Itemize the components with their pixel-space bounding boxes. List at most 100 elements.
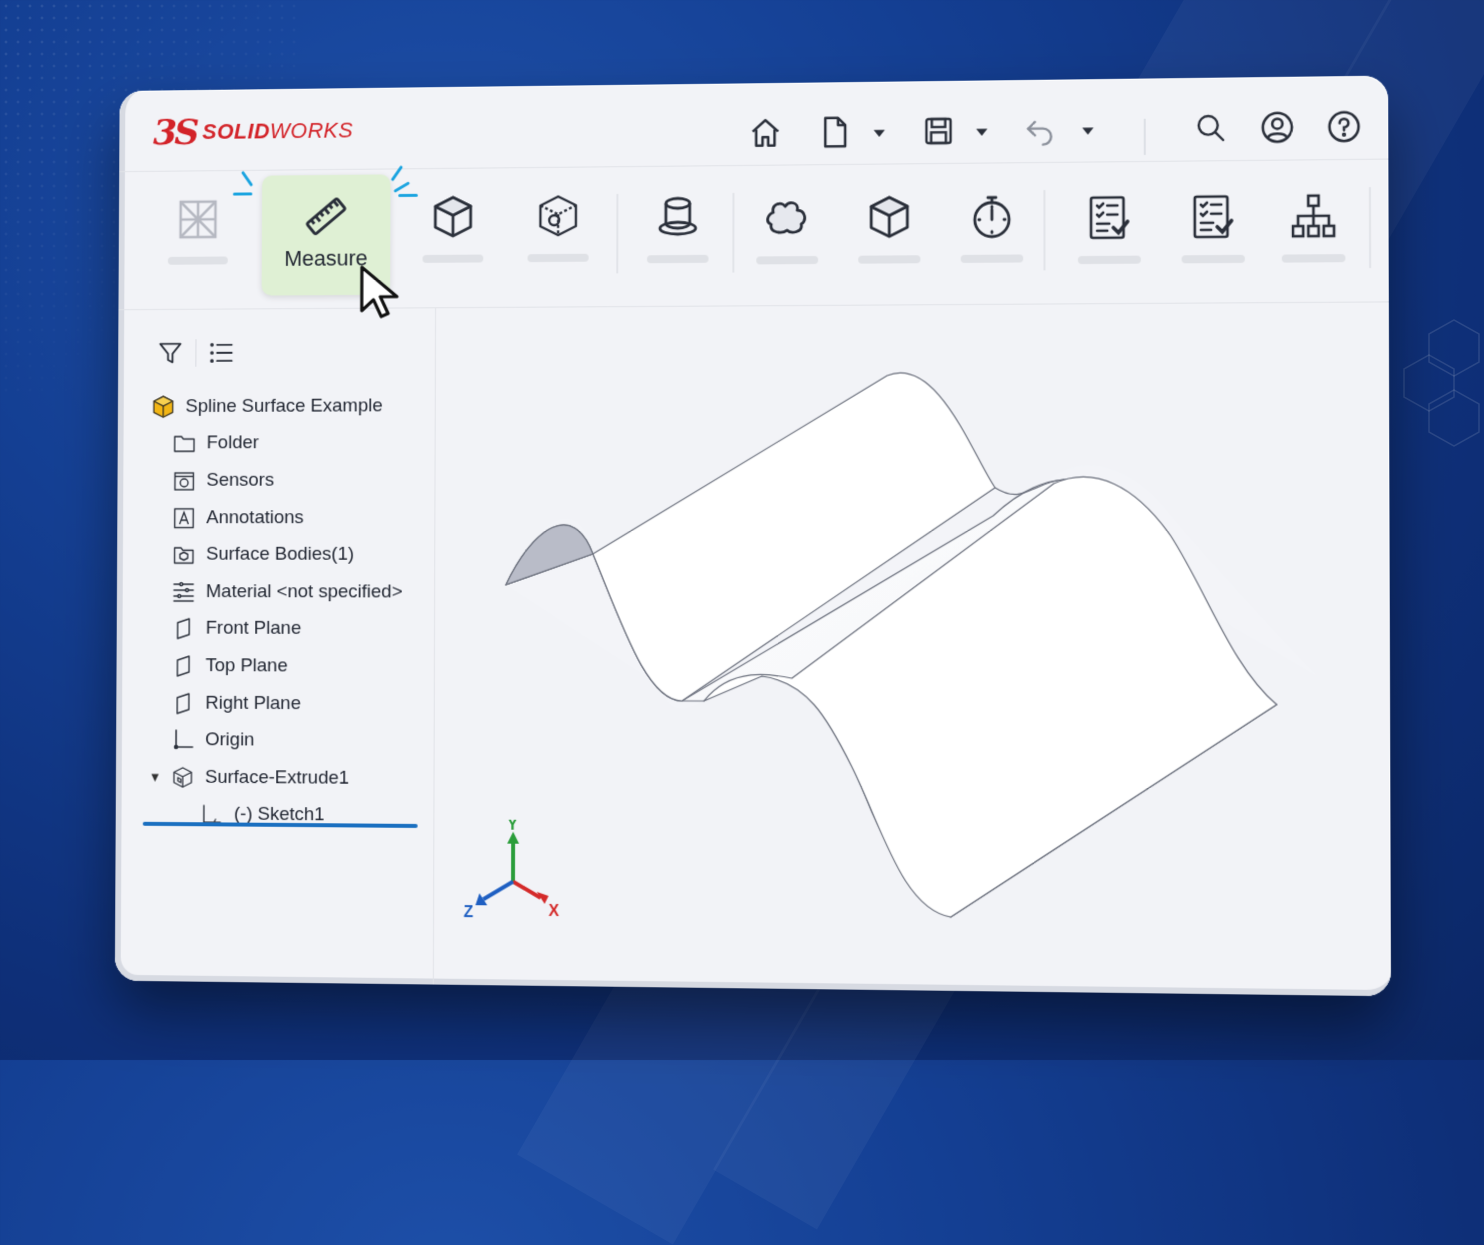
tree-toolbar <box>157 339 235 367</box>
checklist-tool[interactable] <box>1073 193 1146 294</box>
tree-item-annotations[interactable]: Annotations <box>150 499 432 536</box>
cylinder-icon <box>654 193 702 241</box>
tree-item-top-plane[interactable]: Top Plane <box>149 647 432 685</box>
tree-item-label: Front Plane <box>206 618 302 640</box>
tool-label-placeholder <box>1078 256 1141 265</box>
new-document-icon[interactable] <box>815 112 855 152</box>
wireframe-tool[interactable] <box>523 192 594 292</box>
undo-icon[interactable] <box>1020 110 1060 151</box>
toolbar-divider <box>195 339 196 367</box>
background-hex-pattern <box>1394 300 1484 560</box>
header-divider <box>1144 119 1146 155</box>
tree-item-sensors[interactable]: Sensors <box>150 462 432 500</box>
search-icon[interactable] <box>1191 108 1232 149</box>
cylinder-tool[interactable] <box>642 193 714 293</box>
cloud-surface-icon <box>763 194 811 242</box>
highlight-spark <box>233 192 252 195</box>
solidworks-logo[interactable]: 3S SOLIDWORKS <box>153 110 353 153</box>
ribbon-divider <box>1043 190 1045 270</box>
sketch-tool[interactable] <box>163 196 233 295</box>
tree-item-front-plane[interactable]: Front Plane <box>149 610 432 648</box>
tree-item-surface-extrude[interactable]: ▼ Surface-Extrude1 <box>149 759 432 798</box>
tree-item-label: Sensors <box>206 470 274 492</box>
tree-item-label: Folder <box>207 433 259 455</box>
tool-label-placeholder <box>756 256 818 264</box>
box-tool[interactable] <box>853 193 925 294</box>
origin-icon <box>170 727 195 753</box>
title-bar: 3S SOLIDWORKS <box>119 76 1388 173</box>
cube-icon <box>429 193 476 241</box>
tree-item-label: Material <not specified> <box>206 581 403 603</box>
tree-item-folder[interactable]: Folder <box>150 425 432 463</box>
feature-manager-tree: Spline Surface Example Folder Sensors An… <box>115 308 436 993</box>
graphics-viewport[interactable]: Y X Z <box>434 302 1391 996</box>
tree-list: Spline Surface Example Folder Sensors An… <box>149 387 433 835</box>
tree-item-origin[interactable]: Origin <box>149 722 432 761</box>
highlight-spark <box>398 194 418 197</box>
axis-triad[interactable]: Y X Z <box>462 819 571 925</box>
folder-icon <box>172 431 197 457</box>
user-account-icon[interactable] <box>1257 107 1298 148</box>
measure-label: Measure <box>284 246 367 272</box>
x-axis-label: X <box>549 903 560 920</box>
tree-item-surface-bodies[interactable]: Surface Bodies(1) <box>150 536 433 573</box>
tree-item-sketch1[interactable]: (-) Sketch1 <box>149 796 432 835</box>
checklist-icon <box>1085 193 1134 242</box>
tree-item-label: Top Plane <box>205 655 287 677</box>
logo-text: SOLIDWORKS <box>202 118 353 145</box>
solid-cube-tool[interactable] <box>418 193 489 292</box>
ribbon-divider <box>732 193 734 273</box>
ribbon-divider <box>616 194 618 273</box>
filter-icon[interactable] <box>157 339 184 367</box>
y-axis-label: Y <box>507 819 518 833</box>
box-icon <box>865 193 913 241</box>
material-icon <box>171 579 196 605</box>
save-icon[interactable] <box>918 111 958 151</box>
annotation-icon <box>171 505 196 531</box>
list-view-icon[interactable] <box>208 339 235 367</box>
tree-item-label: Annotations <box>206 507 304 529</box>
ds-logo-mark: 3S <box>153 112 197 154</box>
tool-label-placeholder <box>1182 255 1245 264</box>
chevron-down-icon[interactable] <box>1081 123 1095 137</box>
tree-item-material[interactable]: Material <not specified> <box>150 573 433 611</box>
tool-label-placeholder <box>528 254 589 262</box>
tree-root-label: Spline Surface Example <box>185 395 382 417</box>
hierarchy-tool[interactable] <box>1276 191 1350 293</box>
chevron-down-icon[interactable]: ▼ <box>149 770 165 785</box>
tree-item-label: Surface Bodies(1) <box>206 544 354 566</box>
home-icon[interactable] <box>745 113 785 153</box>
tool-label-placeholder <box>168 256 228 264</box>
chevron-down-icon[interactable] <box>872 126 886 140</box>
solidworks-window: 3S SOLIDWORKS <box>115 76 1391 997</box>
stopwatch-icon <box>968 192 1016 241</box>
performance-tool[interactable] <box>956 192 1029 293</box>
ribbon-divider <box>1369 187 1371 268</box>
plane-icon <box>171 616 196 642</box>
help-icon[interactable] <box>1323 106 1364 147</box>
wireframe-cube-icon <box>534 192 581 240</box>
tool-label-placeholder <box>1282 254 1346 263</box>
ruler-icon <box>303 193 350 241</box>
sensor-icon <box>172 468 197 494</box>
plane-icon <box>170 690 195 716</box>
spline-surface-model[interactable] <box>434 302 1391 996</box>
tree-item-label: Surface-Extrude1 <box>205 767 349 790</box>
tool-label-placeholder <box>961 254 1024 262</box>
z-axis-label: Z <box>464 904 474 920</box>
tree-root[interactable]: Spline Surface Example <box>151 387 433 425</box>
tree-item-label: Origin <box>205 730 254 752</box>
tree-item-right-plane[interactable]: Right Plane <box>149 684 432 723</box>
checklist-icon <box>1189 192 1238 241</box>
plane-icon <box>171 653 196 679</box>
hierarchy-icon <box>1289 191 1338 240</box>
checklist-tool[interactable] <box>1176 192 1250 293</box>
chevron-down-icon[interactable] <box>975 124 989 138</box>
extrude-icon <box>170 764 195 790</box>
surface-bodies-icon <box>171 542 196 568</box>
part-icon <box>151 394 176 420</box>
sketch-grid-icon <box>175 196 222 243</box>
tree-item-label: Right Plane <box>205 692 301 714</box>
tool-label-placeholder <box>647 255 709 263</box>
surface-tool[interactable] <box>751 194 823 294</box>
